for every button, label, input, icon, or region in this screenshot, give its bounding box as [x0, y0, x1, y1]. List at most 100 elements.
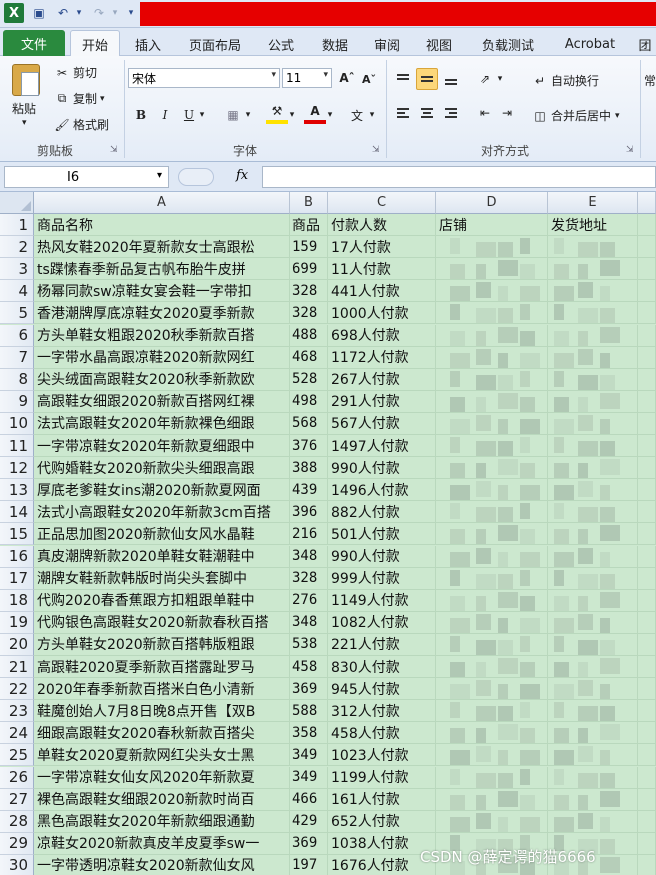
row-header[interactable]: 16 [0, 545, 34, 568]
borders-icon[interactable]: ▦ [222, 104, 244, 126]
table-cell-ship-from[interactable] [548, 457, 638, 480]
table-cell-shop[interactable] [436, 302, 548, 325]
orientation-icon[interactable]: ⇗ [474, 68, 496, 90]
table-cell[interactable] [638, 236, 656, 259]
undo-dropdown-icon[interactable]: ▾ [70, 4, 88, 22]
formula-bar-handle[interactable] [178, 168, 214, 186]
copy-button[interactable]: ⧉ 复制 ▾ [54, 90, 105, 107]
table-cell-shop[interactable] [436, 501, 548, 524]
row-header[interactable]: 1 [0, 214, 34, 236]
tab-review[interactable]: 审阅 [364, 32, 410, 56]
formula-input[interactable] [262, 166, 656, 188]
table-cell-ship-from[interactable] [548, 722, 638, 745]
table-cell-price[interactable]: 369 [290, 832, 328, 855]
table-cell-price[interactable]: 439 [290, 479, 328, 502]
table-cell-shop[interactable] [436, 656, 548, 678]
row-header[interactable]: 30 [0, 854, 34, 875]
table-cell[interactable] [638, 324, 656, 347]
table-cell-shop[interactable] [436, 567, 548, 590]
table-cell[interactable] [638, 832, 656, 855]
table-cell[interactable] [638, 302, 656, 325]
table-cell[interactable] [638, 457, 656, 480]
table-cell-product-name[interactable]: 厚底老爹鞋女ins潮2020新款夏网面 [34, 479, 290, 502]
bold-icon[interactable]: B [130, 104, 152, 126]
number-format-select[interactable]: 常 [644, 72, 656, 89]
table-cell-buyers[interactable]: 1496人付款 [328, 479, 436, 502]
table-cell-product-name[interactable]: 一字带透明凉鞋女2020新款仙女风 [34, 854, 290, 875]
column-header-b[interactable]: B [290, 192, 328, 214]
name-box[interactable]: I6 ▾ [4, 166, 169, 188]
header-cell-price[interactable]: 商品 [290, 214, 328, 236]
table-cell-product-name[interactable]: ts蹀愫春季新品复古帆布胎牛皮拼 [34, 258, 290, 281]
header-cell-product-name[interactable]: 商品名称 [34, 214, 290, 236]
row-header[interactable]: 2 [0, 236, 34, 259]
table-cell-price[interactable]: 159 [290, 236, 328, 259]
row-header[interactable]: 20 [0, 633, 34, 656]
font-size-select[interactable]: 11 ▾ [282, 68, 332, 88]
table-cell-ship-from[interactable] [548, 656, 638, 678]
table-cell-price[interactable]: 369 [290, 678, 328, 701]
clipboard-launcher-icon[interactable]: ⇲ [110, 145, 118, 155]
table-cell-product-name[interactable]: 一字带凉鞋女2020年新款夏细跟中 [34, 435, 290, 457]
row-header[interactable]: 8 [0, 368, 34, 391]
table-cell-shop[interactable] [436, 390, 548, 413]
paste-button[interactable]: 粘贴 [12, 100, 36, 117]
table-cell-ship-from[interactable] [548, 633, 638, 656]
table-cell-buyers[interactable]: 441人付款 [328, 280, 436, 303]
table-cell-product-name[interactable]: 2020年春季新款百搭米白色小清新 [34, 678, 290, 701]
column-header-c[interactable]: C [328, 192, 436, 214]
table-cell-product-name[interactable]: 热风女鞋2020年夏新款女士高跟松 [34, 236, 290, 259]
table-cell[interactable] [638, 280, 656, 303]
table-cell-ship-from[interactable] [548, 501, 638, 524]
table-cell-buyers[interactable]: 830人付款 [328, 656, 436, 678]
table-cell-product-name[interactable]: 杨幂同款sw凉鞋女宴会鞋一字带扣 [34, 280, 290, 303]
fill-color-icon[interactable]: ⚒ [266, 102, 288, 124]
table-cell[interactable] [638, 854, 656, 875]
table-cell-buyers[interactable]: 990人付款 [328, 457, 436, 480]
row-header[interactable]: 29 [0, 832, 34, 855]
table-cell-buyers[interactable]: 698人付款 [328, 324, 436, 347]
table-cell-buyers[interactable]: 17人付款 [328, 236, 436, 259]
table-cell-price[interactable]: 328 [290, 567, 328, 590]
table-cell[interactable] [638, 214, 656, 236]
table-cell-product-name[interactable]: 香港潮牌厚底凉鞋女2020夏季新款 [34, 302, 290, 325]
table-cell-shop[interactable] [436, 258, 548, 281]
table-cell-product-name[interactable]: 高跟鞋女细跟2020新款百搭网红裸 [34, 390, 290, 413]
table-cell-buyers[interactable]: 267人付款 [328, 368, 436, 391]
table-cell-product-name[interactable]: 法式高跟鞋女2020年新款裸色细跟 [34, 412, 290, 435]
table-cell-ship-from[interactable] [548, 412, 638, 435]
tab-load-test[interactable]: 负载测试 [470, 32, 546, 56]
table-cell-buyers[interactable]: 312人付款 [328, 700, 436, 723]
table-cell-price[interactable]: 197 [290, 854, 328, 875]
font-name-select[interactable]: 宋体 ▾ [128, 68, 280, 88]
header-cell-ship-from[interactable]: 发货地址 [548, 214, 638, 236]
table-cell-shop[interactable] [436, 744, 548, 767]
table-cell[interactable] [638, 368, 656, 391]
table-cell-ship-from[interactable] [548, 368, 638, 391]
decrease-indent-icon[interactable]: ⇤ [474, 102, 496, 124]
fill-color-dropdown-icon[interactable]: ▾ [286, 104, 298, 126]
table-cell-shop[interactable] [436, 324, 548, 347]
row-header[interactable]: 4 [0, 280, 34, 303]
column-header-a[interactable]: A [34, 192, 290, 214]
row-header[interactable]: 3 [0, 258, 34, 281]
table-cell-price[interactable]: 348 [290, 545, 328, 568]
table-cell-shop[interactable] [436, 412, 548, 435]
table-cell-ship-from[interactable] [548, 324, 638, 347]
row-header[interactable]: 12 [0, 457, 34, 480]
table-cell[interactable] [638, 567, 656, 590]
table-cell-ship-from[interactable] [548, 567, 638, 590]
table-cell-buyers[interactable]: 1082人付款 [328, 611, 436, 634]
table-cell[interactable] [638, 435, 656, 457]
table-cell-shop[interactable] [436, 523, 548, 546]
row-header[interactable]: 27 [0, 788, 34, 811]
align-bottom-icon[interactable] [440, 68, 462, 90]
table-cell[interactable] [638, 744, 656, 767]
table-cell-buyers[interactable]: 990人付款 [328, 545, 436, 568]
table-cell[interactable] [638, 810, 656, 833]
table-cell-product-name[interactable]: 尖头绒面高跟鞋女2020秋季新款欧 [34, 368, 290, 391]
tab-view[interactable]: 视图 [416, 32, 462, 56]
table-cell-shop[interactable] [436, 788, 548, 811]
alignment-launcher-icon[interactable]: ⇲ [626, 145, 634, 155]
table-cell-ship-from[interactable] [548, 589, 638, 612]
